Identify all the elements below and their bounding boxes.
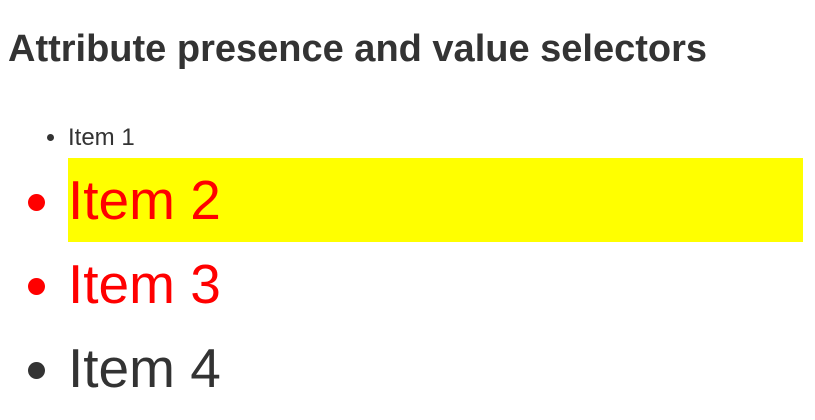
list-item: Item 4 [68,326,803,410]
item-list: Item 1 Item 2 Item 3 Item 4 [0,118,803,410]
list-item: Item 3 [68,242,803,326]
list-item: Item 1 [68,118,803,158]
page-title: Attribute presence and value selectors [8,28,708,70]
list-item: Item 2 [68,158,803,242]
